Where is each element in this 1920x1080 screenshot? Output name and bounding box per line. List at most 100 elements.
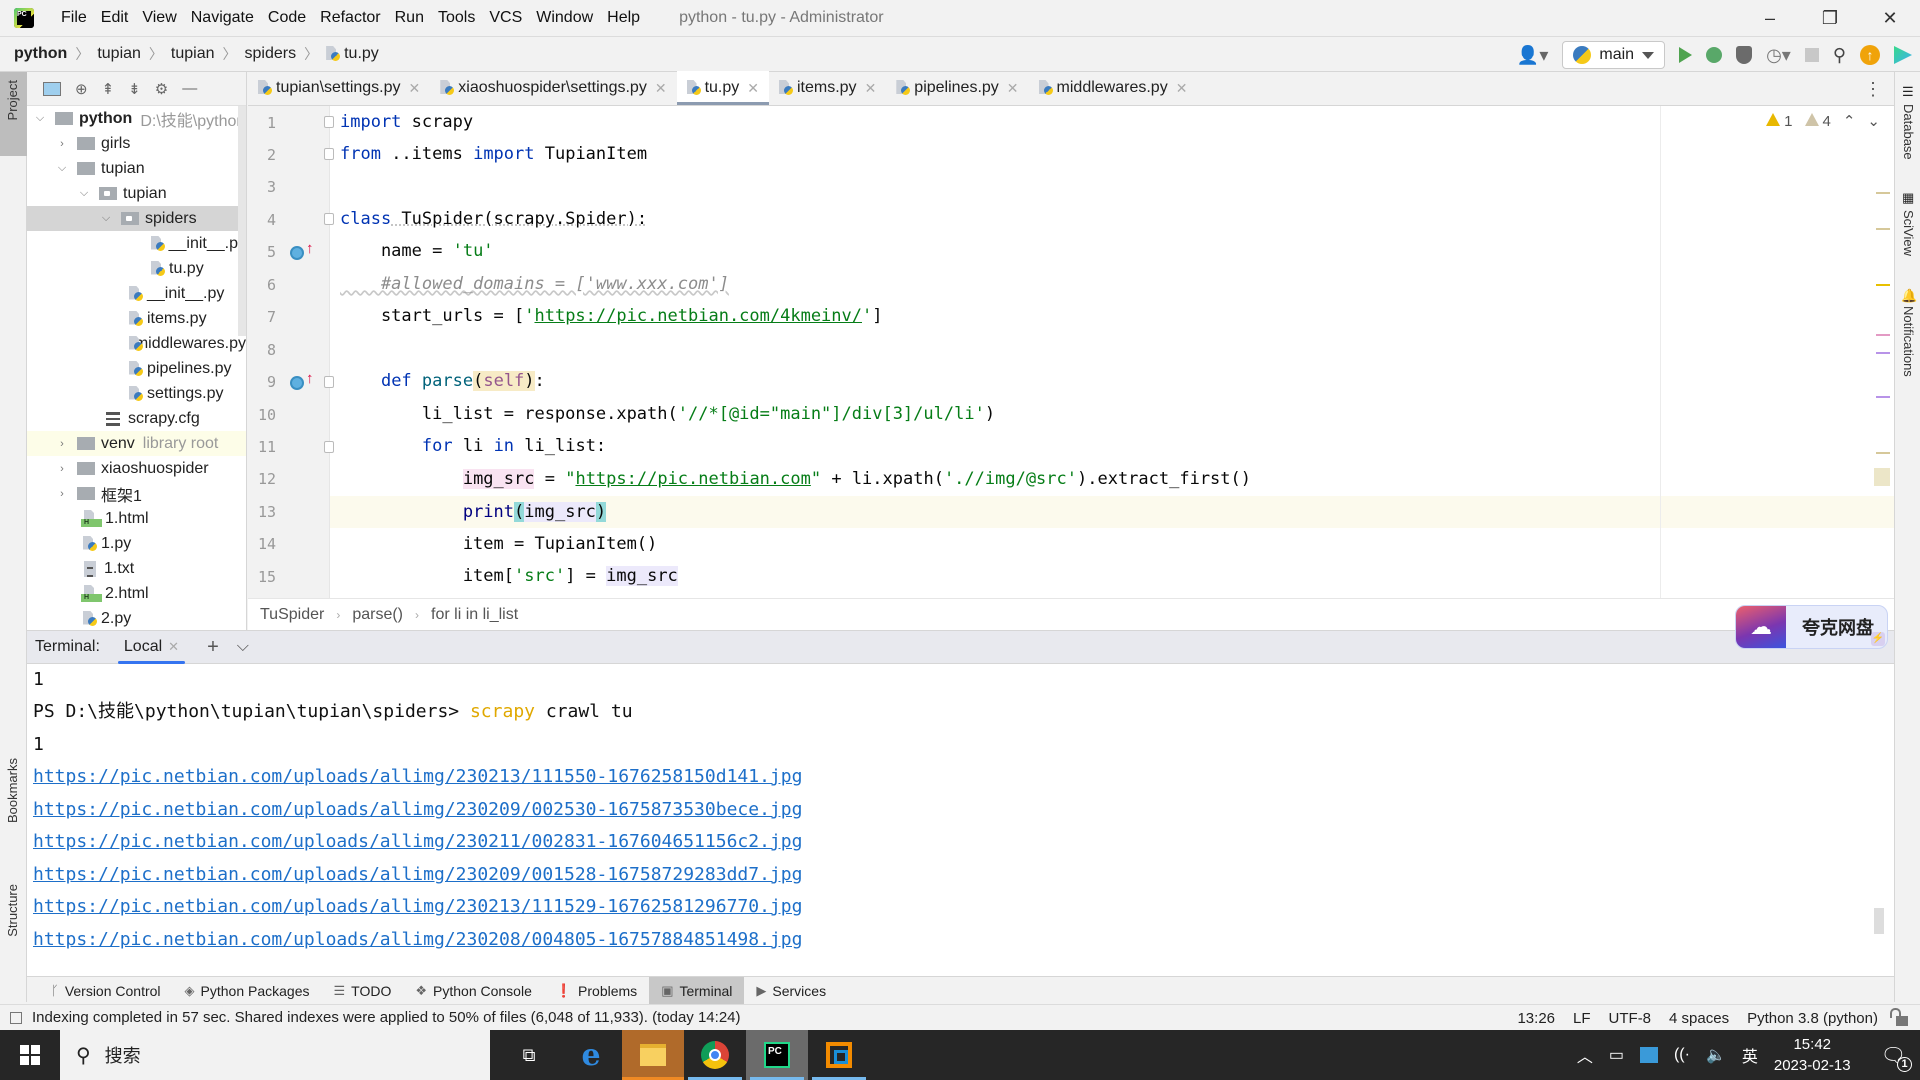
- hide-icon[interactable]: —: [182, 80, 197, 97]
- terminal-output[interactable]: 1 PS D:\技能\python\tupian\tupian\spiders>…: [27, 664, 1894, 976]
- fold-marker-icon[interactable]: [324, 148, 334, 160]
- error-stripe-mark[interactable]: [1876, 228, 1890, 230]
- menu-code[interactable]: Code: [261, 9, 313, 27]
- tree-item[interactable]: › venv library root: [27, 431, 246, 456]
- breadcrumb-spiders[interactable]: spiders: [245, 45, 297, 63]
- taskbar-chrome[interactable]: [684, 1030, 746, 1080]
- update-icon[interactable]: ↑: [1860, 45, 1880, 65]
- crumb-loop[interactable]: for li in li_list: [431, 606, 518, 624]
- error-stripe-mark[interactable]: [1876, 396, 1890, 398]
- tree-item[interactable]: ⌵ tupian: [27, 156, 246, 181]
- lock-icon[interactable]: [1890, 1008, 1908, 1026]
- tab-pipelines-py[interactable]: pipelines.py ✕: [886, 71, 1028, 105]
- minimize-button[interactable]: –: [1740, 0, 1800, 36]
- crumb-method[interactable]: parse(): [352, 606, 403, 624]
- taskbar-search[interactable]: ⚲ 搜索: [60, 1030, 490, 1080]
- profile-icon[interactable]: ◷▾: [1766, 45, 1791, 66]
- close-tab-icon[interactable]: ✕: [865, 80, 877, 97]
- error-stripe-mark[interactable]: [1876, 192, 1890, 194]
- url-link[interactable]: https://pic.netbian.com: [575, 469, 810, 489]
- fold-marker-icon[interactable]: [324, 116, 334, 128]
- tab-tupian-settings[interactable]: tupian\settings.py ✕: [248, 71, 430, 105]
- breadcrumb-python[interactable]: python: [14, 45, 67, 63]
- project-tool-button[interactable]: Project: [0, 72, 27, 156]
- tree-item[interactable]: __init__.py: [27, 281, 246, 306]
- inspection-widget[interactable]: 1 4 ⌃ ⌄: [1766, 112, 1880, 130]
- close-tab-icon[interactable]: ✕: [655, 80, 667, 97]
- tree-item[interactable]: ⌵ tupian: [27, 181, 246, 206]
- show-hidden-icons[interactable]: ︿: [1577, 1043, 1593, 1067]
- tree-item[interactable]: middlewares.py: [27, 331, 246, 356]
- caret-position[interactable]: 13:26: [1517, 1010, 1555, 1027]
- tree-item[interactable]: 2.py: [27, 606, 246, 631]
- crumb-class[interactable]: TuSpider: [260, 606, 324, 624]
- terminal-link[interactable]: https://pic.netbian.com/uploads/allimg/2…: [33, 794, 802, 826]
- project-scrollbar[interactable]: [238, 106, 246, 336]
- debug-icon[interactable]: [1706, 47, 1723, 63]
- tab-xiaoshuospider-settings[interactable]: xiaoshuospider\settings.py ✕: [430, 71, 676, 105]
- terminal-link[interactable]: https://pic.netbian.com/uploads/allimg/2…: [33, 761, 802, 793]
- search-icon[interactable]: ⚲: [1833, 45, 1846, 66]
- indent-setting[interactable]: 4 spaces: [1669, 1010, 1729, 1027]
- wifi-icon[interactable]: ((·: [1674, 1046, 1690, 1064]
- tool-tab-problems[interactable]: ❗ Problems: [544, 977, 649, 1005]
- error-stripe-mark[interactable]: [1876, 284, 1890, 286]
- terminal-scrollbar[interactable]: [1874, 908, 1884, 934]
- restore-button[interactable]: ❐: [1800, 0, 1860, 36]
- tree-item[interactable]: › 框架1: [27, 481, 246, 506]
- breadcrumb-tupian[interactable]: tupian: [97, 45, 141, 63]
- stop-icon[interactable]: [1804, 48, 1819, 62]
- tree-item[interactable]: › xiaoshuospider: [27, 456, 246, 481]
- quark-drive-widget[interactable]: ☁ 夸克网盘 ⚡: [1735, 605, 1888, 649]
- weak-warnings-count[interactable]: 4: [1804, 112, 1831, 130]
- start-button[interactable]: [0, 1030, 60, 1080]
- close-tab-icon[interactable]: ✕: [409, 80, 421, 97]
- coverage-icon[interactable]: [1736, 46, 1753, 64]
- url-link[interactable]: https://pic.netbian.com/4kmeinv/: [534, 306, 862, 326]
- terminal-link[interactable]: https://pic.netbian.com/uploads/allimg/2…: [33, 826, 802, 858]
- tree-item[interactable]: 1.txt: [27, 556, 246, 581]
- tree-item[interactable]: settings.py: [27, 381, 246, 406]
- menu-tools[interactable]: Tools: [431, 9, 482, 27]
- notifications-tool-button[interactable]: Notifications: [1901, 306, 1916, 377]
- code-editor[interactable]: 1 2 3 4 5 6 7 8 9 10 11 12 13 14 15 ↑ ↑ …: [248, 106, 1894, 598]
- previous-highlight-icon[interactable]: ⌃: [1843, 112, 1856, 130]
- line-separator[interactable]: LF: [1573, 1010, 1591, 1027]
- run-icon[interactable]: [1679, 47, 1693, 63]
- scroll-thumb[interactable]: [1874, 468, 1890, 486]
- battery-icon[interactable]: ▭: [1609, 1045, 1624, 1065]
- structure-tool-button[interactable]: Structure: [5, 884, 20, 937]
- terminal-link[interactable]: https://pic.netbian.com/uploads/allimg/2…: [33, 891, 802, 923]
- tree-item-selected[interactable]: ⌵ spiders: [27, 206, 246, 231]
- breadcrumb-tupian-inner[interactable]: tupian: [171, 45, 215, 63]
- python-interpreter[interactable]: Python 3.8 (python): [1747, 1010, 1878, 1027]
- user-icon[interactable]: 👤▾: [1517, 45, 1548, 66]
- terminal-link[interactable]: https://pic.netbian.com/uploads/allimg/2…: [33, 859, 802, 891]
- tab-tu-py[interactable]: tu.py ✕: [676, 71, 770, 105]
- menu-refactor[interactable]: Refactor: [313, 9, 387, 27]
- tree-root[interactable]: ⌵ python D:\技能\python: [27, 106, 246, 131]
- gear-icon[interactable]: ⚙: [155, 80, 168, 98]
- tree-item[interactable]: 1.html: [27, 506, 246, 531]
- close-tab-icon[interactable]: ✕: [1007, 80, 1019, 97]
- view-mode-icon[interactable]: [43, 81, 61, 96]
- menu-run[interactable]: Run: [388, 9, 431, 27]
- close-window-button[interactable]: ✕: [1860, 0, 1920, 36]
- tree-item[interactable]: tu.py: [27, 256, 246, 281]
- clock[interactable]: 15:42 2023-02-13: [1774, 1034, 1851, 1076]
- sciview-tool-button[interactable]: SciView: [1901, 210, 1916, 256]
- tree-item[interactable]: scrapy.cfg: [27, 406, 246, 431]
- tool-tab-version-control[interactable]: ᚴ Version Control: [39, 977, 173, 1005]
- tool-tab-todo[interactable]: ☰ TODO: [322, 977, 404, 1005]
- chevron-down-icon[interactable]: ⌵: [237, 638, 249, 656]
- tool-tab-services[interactable]: ▶ Services: [744, 977, 838, 1005]
- taskbar-pycharm[interactable]: PC: [746, 1030, 808, 1080]
- tab-middlewares-py[interactable]: middlewares.py ✕: [1029, 71, 1198, 105]
- close-tab-icon[interactable]: ✕: [1176, 80, 1188, 97]
- code-with-me-icon[interactable]: [1894, 46, 1912, 64]
- override-gutter-icon[interactable]: [290, 246, 304, 260]
- menu-vcs[interactable]: VCS: [482, 9, 529, 27]
- fold-marker-icon[interactable]: [324, 441, 334, 453]
- terminal-tab-local[interactable]: Local ✕: [117, 630, 186, 664]
- close-tab-icon[interactable]: ✕: [168, 639, 179, 655]
